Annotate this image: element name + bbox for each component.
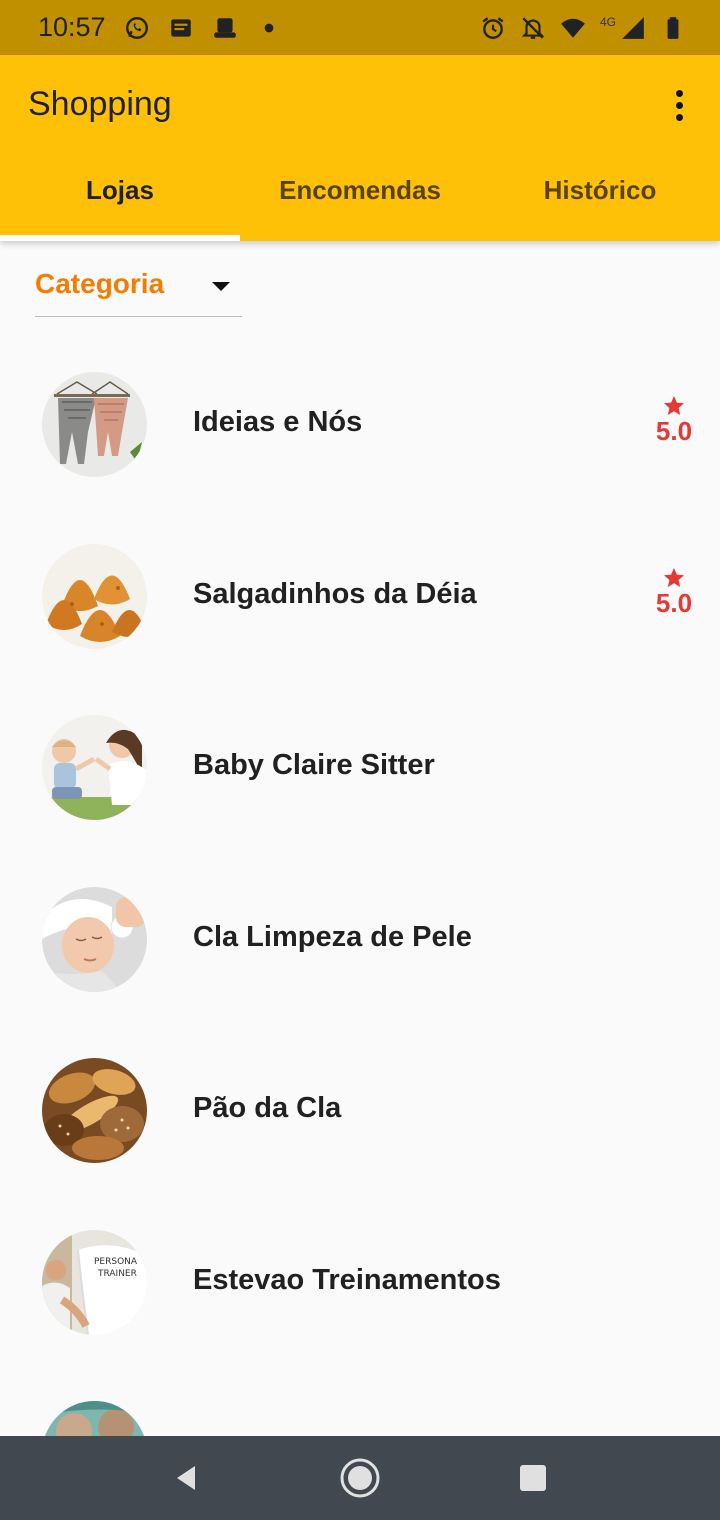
category-dropdown[interactable]: Categoria (35, 268, 242, 317)
store-list: Ideias e Nós 5.0 Salgadinhos da Déia 5.0 (0, 340, 720, 1436)
store-name: Estevao Treinamentos (193, 1263, 501, 1296)
dot-icon (256, 15, 282, 41)
bread-photo (42, 1058, 147, 1163)
app-bar: Shopping Lojas Encomendas Histórico (0, 55, 720, 241)
status-bar: 10:57 4G (0, 0, 720, 55)
app-title: Shopping (28, 85, 172, 123)
store-item[interactable]: PERSONA TRAINER Estevao Treinamentos (0, 1198, 720, 1370)
back-icon (176, 1466, 195, 1490)
coxinha-photo (42, 543, 147, 649)
store-rating: 5.0 (650, 566, 698, 619)
tab-historico[interactable]: Histórico (480, 145, 720, 241)
recents-icon (520, 1465, 547, 1491)
overflow-menu-button[interactable] (664, 85, 694, 125)
star-icon (664, 396, 684, 415)
trainer-photo: PERSONA TRAINER (42, 1229, 147, 1335)
alarm-icon (480, 15, 506, 41)
baby-photo (42, 715, 147, 820)
store-name: Pão da Cla (193, 1092, 342, 1124)
more-vert-icon (675, 89, 683, 97)
signal-icon (620, 15, 646, 41)
macrame-photo (42, 372, 147, 477)
partial-photo (42, 1401, 147, 1436)
network-label: 4G (599, 14, 616, 29)
rating-value: 5.0 (655, 587, 693, 618)
store-item[interactable]: Pão da Cla (0, 1026, 720, 1198)
skincare-photo (42, 886, 147, 992)
status-time: 10:57 (38, 12, 106, 42)
store-item[interactable]: Baby Claire Sitter (0, 683, 720, 855)
store-avatar (42, 886, 147, 992)
star-icon (664, 567, 684, 587)
system-nav-bar (0, 1436, 720, 1520)
recents-button[interactable] (503, 1448, 563, 1508)
store-avatar: PERSONA TRAINER (42, 1229, 147, 1335)
store-avatar (42, 1058, 147, 1163)
store-name: Baby Claire Sitter (193, 749, 435, 781)
store-avatar (42, 372, 147, 477)
home-icon (340, 1458, 380, 1498)
app-icon (212, 15, 238, 41)
dropdown-arrow-icon (212, 282, 230, 291)
home-button[interactable] (330, 1448, 390, 1508)
store-name: Cla Limpeza de Pele (193, 920, 472, 953)
store-rating: 5.0 (650, 394, 698, 447)
svg-text:PERSONA: PERSONA (94, 1257, 138, 1267)
store-avatar (42, 543, 147, 649)
store-item[interactable]: Cla Limpeza de Pele (0, 855, 720, 1027)
more-vert-dot (675, 101, 683, 109)
store-item[interactable]: Salgadinhos da Déia 5.0 (0, 512, 720, 684)
tab-bar: Lojas Encomendas Histórico (0, 145, 720, 241)
battery-icon (660, 15, 686, 41)
status-right: 4G (480, 15, 686, 41)
store-name: Ideias e Nós (193, 406, 363, 438)
store-item[interactable]: Ideias e Nós 5.0 (0, 340, 720, 512)
status-left: 10:57 (38, 12, 282, 43)
bell-off-icon (520, 15, 546, 41)
tab-encomendas[interactable]: Encomendas (240, 145, 480, 241)
message-icon (168, 15, 194, 41)
tab-lojas[interactable]: Lojas (0, 145, 240, 241)
whatsapp-icon (124, 15, 150, 41)
wifi-icon (560, 15, 586, 41)
store-item[interactable] (0, 1369, 720, 1436)
rating-value: 5.0 (655, 416, 693, 446)
more-vert-dot (675, 113, 683, 121)
store-avatar (42, 1401, 147, 1436)
store-name: Salgadinhos da Déia (193, 577, 477, 610)
back-button[interactable] (157, 1448, 217, 1508)
store-avatar (42, 715, 147, 820)
category-dropdown-label: Categoria (35, 268, 165, 299)
svg-text:TRAINER: TRAINER (97, 1269, 137, 1279)
